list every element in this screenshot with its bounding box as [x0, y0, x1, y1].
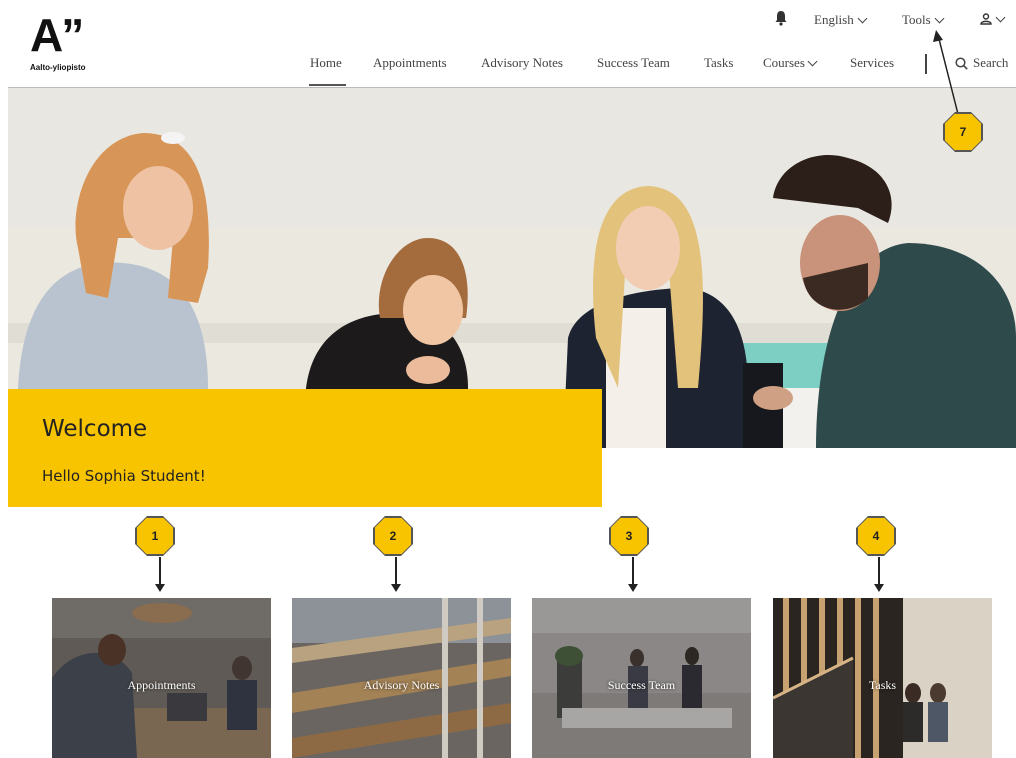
nav-courses-label: Courses — [763, 55, 805, 70]
tile-tasks[interactable]: Tasks — [773, 598, 992, 758]
tools-label: Tools — [902, 12, 931, 27]
welcome-title: Welcome — [42, 416, 148, 442]
tools-menu[interactable]: Tools — [902, 12, 945, 28]
callout-4: 4 — [857, 517, 895, 555]
user-menu[interactable] — [980, 12, 1006, 25]
tile-success-team-label: Success Team — [607, 678, 676, 692]
nav-success-team[interactable]: Success Team — [597, 55, 670, 71]
nav-services[interactable]: Services — [850, 55, 894, 71]
tile-advisory-notes-label: Advisory Notes — [363, 678, 440, 692]
nav-advisory-notes[interactable]: Advisory Notes — [481, 55, 563, 71]
tile-appointments-label: Appointments — [127, 678, 196, 692]
chevron-down-icon — [934, 13, 945, 23]
arrow-down-icon — [155, 584, 165, 592]
callout-4-arrow — [878, 557, 880, 585]
bell-icon[interactable] — [774, 10, 788, 26]
nav-advisory-notes-label: Advisory Notes — [481, 55, 563, 70]
nav-home-label: Home — [310, 55, 342, 70]
tile-appointments[interactable]: Appointments — [52, 598, 271, 758]
nav-tasks[interactable]: Tasks — [704, 55, 733, 71]
nav-appointments-label: Appointments — [373, 55, 447, 70]
tile-success-team[interactable]: Success Team — [532, 598, 751, 758]
welcome-banner: Welcome Hello Sophia Student! — [8, 389, 602, 507]
callout-3-arrow — [632, 557, 634, 585]
search-label: Search — [973, 55, 1009, 70]
arrow-down-icon — [874, 584, 884, 592]
nav-home[interactable]: Home — [310, 55, 342, 71]
callout-1: 1 — [136, 517, 174, 555]
language-selector[interactable]: English — [814, 12, 868, 28]
callout-2-arrow — [395, 557, 397, 585]
nav-success-team-label: Success Team — [597, 55, 670, 70]
arrow-down-icon — [628, 584, 638, 592]
callout-2: 2 — [374, 517, 412, 555]
nav-divider — [925, 54, 927, 74]
aalto-logo[interactable]: A” Aalto-yliopisto — [30, 12, 86, 72]
chevron-down-icon — [857, 13, 868, 23]
logo-mark: A” — [30, 9, 84, 61]
callout-7-arrow — [933, 30, 961, 123]
logo-text: Aalto-yliopisto — [30, 63, 86, 72]
language-label: English — [814, 12, 854, 27]
arrow-down-icon — [391, 584, 401, 592]
tile-advisory-notes[interactable]: Advisory Notes — [292, 598, 511, 758]
welcome-greeting: Hello Sophia Student! — [42, 467, 206, 485]
chevron-down-icon — [807, 56, 818, 66]
user-icon — [980, 13, 992, 25]
chevron-down-icon — [995, 12, 1006, 22]
nav-appointments[interactable]: Appointments — [373, 55, 447, 71]
callout-7: 7 — [944, 113, 982, 151]
nav-services-label: Services — [850, 55, 895, 70]
active-nav-indicator — [309, 84, 346, 86]
nav-courses[interactable]: Courses — [763, 55, 818, 71]
callout-1-arrow — [159, 557, 161, 585]
nav-tasks-label: Tasks — [704, 55, 734, 70]
tile-tasks-label: Tasks — [868, 678, 897, 692]
callout-3: 3 — [610, 517, 648, 555]
